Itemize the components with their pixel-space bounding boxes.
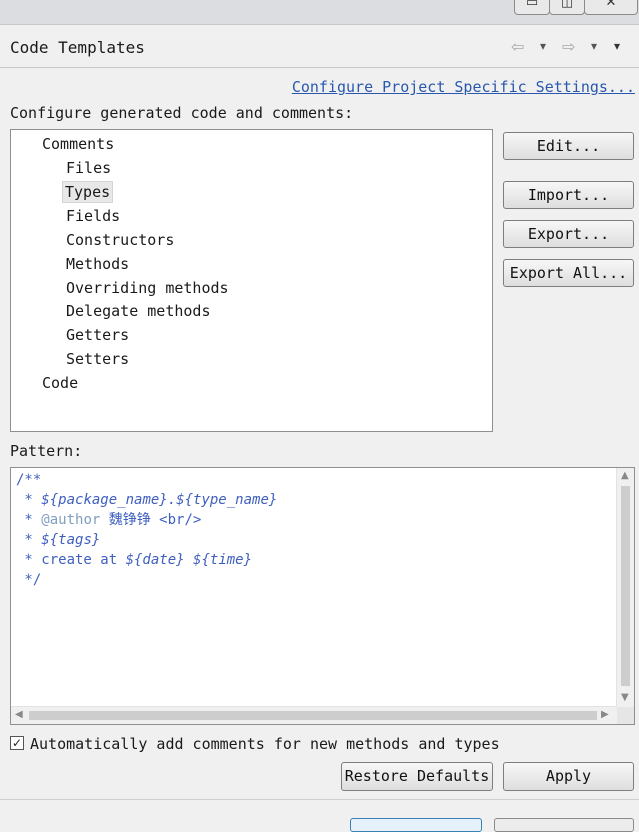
ok-button-partial[interactable] bbox=[350, 818, 482, 832]
import-button[interactable]: Import... bbox=[503, 181, 634, 209]
view-menu-chevron-icon[interactable]: ▾ bbox=[614, 39, 620, 53]
window-titlebar: ▭ ◫ ✕ bbox=[0, 0, 639, 25]
pattern-line-3: * @author 魏铮铮 <br/> bbox=[16, 512, 202, 528]
tree-item-getters[interactable]: Getters bbox=[63, 325, 132, 345]
vertical-scrollbar[interactable]: ▲ ▼ bbox=[616, 468, 634, 708]
edit-button[interactable]: Edit... bbox=[503, 132, 634, 160]
scroll-corner bbox=[617, 707, 634, 724]
configure-project-settings-link[interactable]: Configure Project Specific Settings... bbox=[292, 78, 635, 96]
pattern-label: Pattern: bbox=[10, 442, 83, 460]
tree-item-methods[interactable]: Methods bbox=[63, 254, 132, 274]
tree-item-comments[interactable]: Comments bbox=[39, 134, 117, 154]
horizontal-scrollbar[interactable]: ◀ ▶ bbox=[11, 706, 617, 724]
scroll-up-icon[interactable]: ▲ bbox=[621, 470, 629, 481]
tree-item-delegate-methods[interactable]: Delegate methods bbox=[63, 301, 214, 321]
horizontal-scroll-thumb[interactable] bbox=[29, 711, 597, 720]
export-button[interactable]: Export... bbox=[503, 220, 634, 248]
pattern-line-5: * create at ${date} ${time} bbox=[16, 552, 253, 568]
auto-comments-checkbox[interactable]: ✓ bbox=[10, 736, 24, 750]
template-tree[interactable]: Comments Files Types Fields Constructors… bbox=[10, 129, 493, 432]
export-all-button[interactable]: Export All... bbox=[503, 259, 634, 287]
tree-item-code[interactable]: Code bbox=[39, 373, 81, 393]
close-button[interactable]: ✕ bbox=[584, 0, 638, 15]
maximize-button[interactable]: ◫ bbox=[549, 0, 585, 15]
tree-label: Configure generated code and comments: bbox=[10, 104, 354, 122]
header-divider bbox=[0, 67, 639, 68]
tree-item-fields[interactable]: Fields bbox=[63, 206, 123, 226]
restore-defaults-button[interactable]: Restore Defaults bbox=[341, 762, 493, 791]
pattern-line-6: */ bbox=[16, 572, 42, 588]
pattern-line-2: * ${package_name}.${type_name} bbox=[16, 492, 278, 508]
tree-item-setters[interactable]: Setters bbox=[63, 349, 132, 369]
pattern-line-1: /** bbox=[16, 472, 42, 488]
back-arrow-icon[interactable]: ⇦ bbox=[511, 37, 524, 56]
scroll-down-icon[interactable]: ▼ bbox=[621, 692, 629, 703]
scroll-left-icon[interactable]: ◀ bbox=[15, 709, 23, 720]
cancel-button-partial[interactable] bbox=[494, 818, 634, 832]
footer-divider bbox=[0, 799, 639, 800]
tree-item-constructors[interactable]: Constructors bbox=[63, 230, 177, 250]
pattern-editor[interactable]: /** * ${package_name}.${type_name} * @au… bbox=[10, 467, 635, 725]
author-tag: @author bbox=[41, 512, 101, 528]
tree-item-files[interactable]: Files bbox=[63, 158, 114, 178]
tree-item-overriding-methods[interactable]: Overriding methods bbox=[63, 278, 232, 298]
page-title: Code Templates bbox=[10, 38, 145, 57]
forward-history-chevron-icon[interactable]: ▾ bbox=[591, 39, 597, 53]
forward-arrow-icon[interactable]: ⇨ bbox=[562, 37, 575, 56]
vertical-scroll-thumb[interactable] bbox=[621, 486, 630, 686]
auto-comments-label: Automatically add comments for new metho… bbox=[30, 735, 500, 753]
back-history-chevron-icon[interactable]: ▾ bbox=[540, 39, 546, 53]
scroll-right-icon[interactable]: ▶ bbox=[601, 709, 609, 720]
minimize-button[interactable]: ▭ bbox=[514, 0, 550, 15]
tree-item-types[interactable]: Types bbox=[62, 181, 114, 203]
apply-button[interactable]: Apply bbox=[503, 762, 634, 791]
pattern-line-4: * ${tags} bbox=[16, 532, 101, 548]
